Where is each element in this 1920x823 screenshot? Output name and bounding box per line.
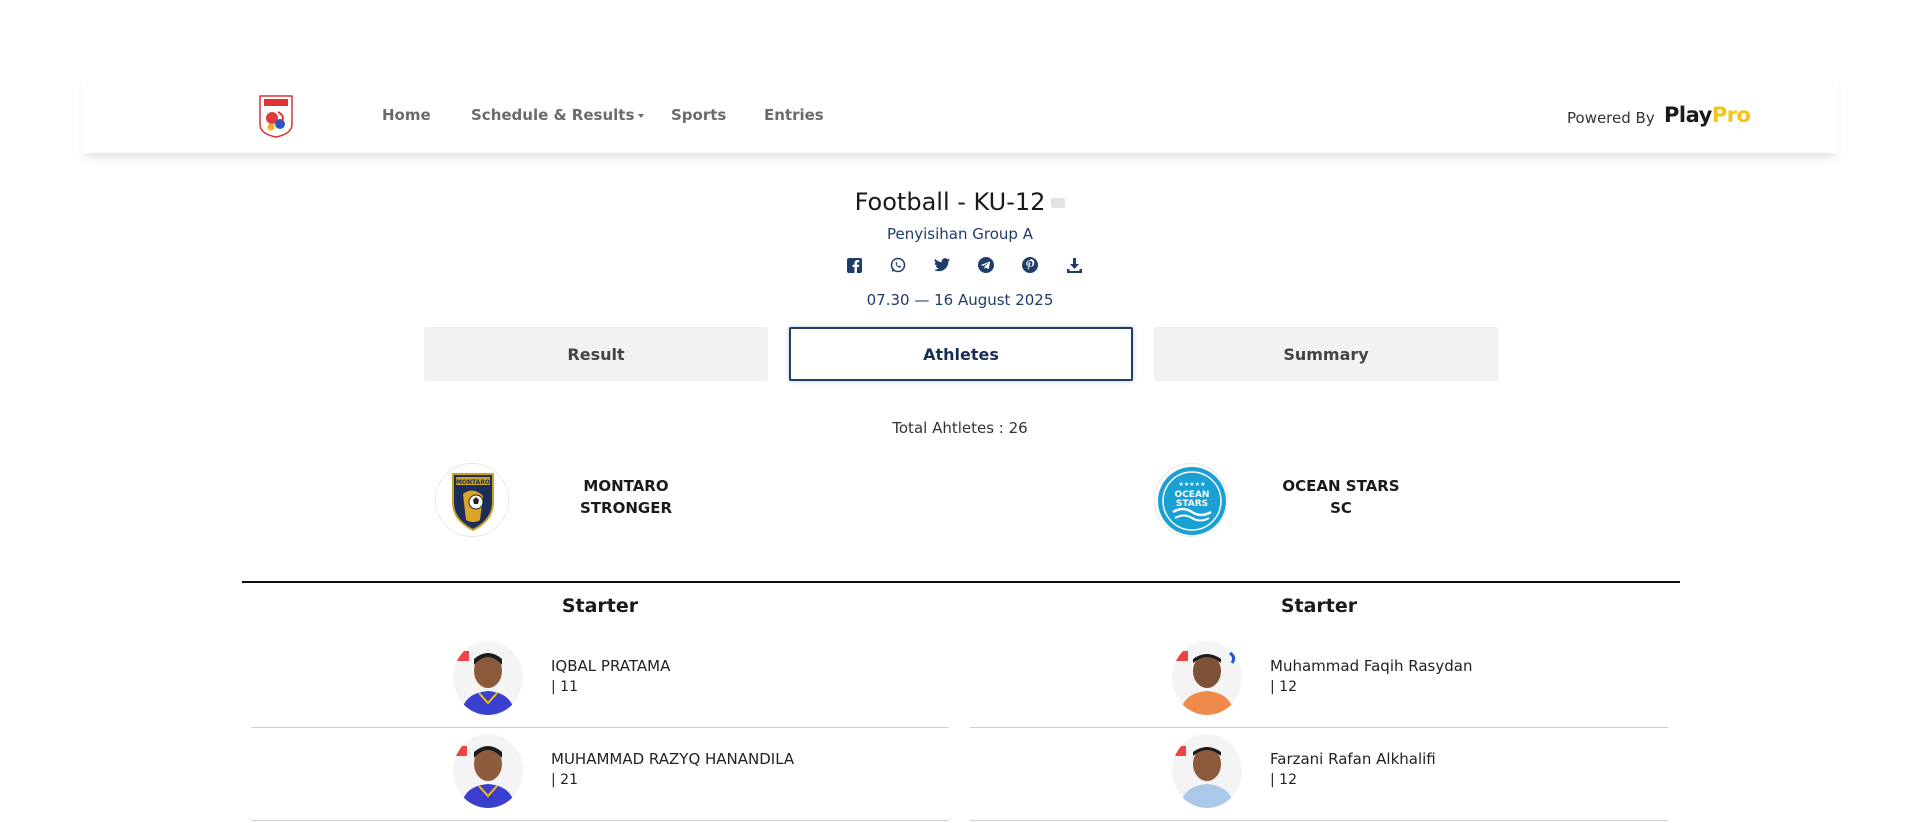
athlete-number: | 12: [1270, 679, 1297, 695]
total-athletes-label: Total Ahtletes : 26: [892, 419, 1028, 437]
away-team-name-line2: SC: [1330, 499, 1352, 517]
athlete-number: | 21: [551, 772, 578, 788]
chevron-down-icon: [638, 113, 645, 118]
image-icon: [1051, 198, 1066, 208]
site-logo[interactable]: [258, 94, 294, 138]
athlete-row[interactable]: MUHAMMAD RAZYQ HANANDILA | 21: [251, 729, 949, 821]
brand-play-text: Play: [1664, 103, 1712, 127]
athlete-name: MUHAMMAD RAZYQ HANANDILA: [551, 750, 795, 768]
event-title-text: Football - KU-12: [854, 188, 1046, 216]
athlete-name: IQBAL PRATAMA: [551, 657, 671, 675]
athlete-name: Muhammad Faqih Rasydan: [1270, 657, 1473, 675]
event-title: Football - KU-12: [0, 188, 1920, 216]
telegram-icon[interactable]: [976, 255, 996, 275]
download-icon[interactable]: [1064, 255, 1084, 275]
athlete-name: Farzani Rafan Alkhalifi: [1270, 750, 1436, 768]
athlete-avatar: [1172, 641, 1242, 715]
away-team-name: OCEAN STARS SC: [1251, 475, 1431, 519]
powered-by-label: Powered By: [1567, 109, 1655, 127]
nav-sports-link[interactable]: Sports: [671, 106, 726, 124]
svg-text:★★★★★: ★★★★★: [1179, 481, 1206, 488]
svg-text:STARS: STARS: [1176, 499, 1208, 509]
home-team-name-line2: STRONGER: [580, 499, 672, 517]
athlete-number: | 11: [551, 679, 578, 695]
athlete-number: | 12: [1270, 772, 1297, 788]
home-team-logo: MONTARO: [435, 463, 509, 537]
twitter-icon[interactable]: [932, 255, 952, 275]
home-starter-heading: Starter: [561, 595, 639, 617]
facebook-icon[interactable]: [844, 255, 864, 275]
home-team-name: MONTARO STRONGER: [536, 475, 716, 519]
event-date: 07.30 — 16 August 2025: [866, 291, 1054, 309]
svg-text:MONTARO: MONTARO: [456, 479, 490, 486]
nav-home-link[interactable]: Home: [382, 106, 431, 124]
pinterest-icon[interactable]: [1020, 255, 1040, 275]
home-team-name-line1: MONTARO: [583, 477, 669, 495]
teams-divider: [242, 581, 1680, 583]
whatsapp-icon[interactable]: [888, 255, 908, 275]
athlete-row[interactable]: IQBAL PRATAMA | 11: [251, 636, 949, 728]
tab-result[interactable]: Result: [424, 327, 768, 381]
athlete-row[interactable]: Muhammad Faqih Rasydan | 12: [970, 636, 1668, 728]
away-starter-heading: Starter: [1280, 595, 1358, 617]
tab-summary[interactable]: Summary: [1154, 327, 1498, 381]
away-team-name-line1: OCEAN STARS: [1282, 477, 1400, 495]
away-team-logo: OCEAN STARS ★★★★★: [1154, 463, 1228, 537]
share-bar: [844, 255, 1084, 275]
tab-athletes[interactable]: Athletes: [789, 327, 1133, 381]
event-subtitle: Penyisihan Group A: [887, 225, 1033, 243]
athlete-row[interactable]: Farzani Rafan Alkhalifi | 12: [970, 729, 1668, 821]
nav-schedule-label: Schedule & Results: [471, 106, 635, 124]
athlete-avatar: [1172, 734, 1242, 808]
brand-pro-text: Pro: [1711, 103, 1751, 127]
athlete-avatar: [453, 641, 523, 715]
athlete-avatar: [453, 734, 523, 808]
top-navbar: Home Schedule & Results Sports Entries P…: [82, 72, 1838, 153]
nav-entries-link[interactable]: Entries: [764, 106, 824, 124]
nav-schedule-dropdown[interactable]: Schedule & Results: [471, 106, 645, 124]
playpro-brand-link[interactable]: PlayPro: [1664, 103, 1751, 127]
